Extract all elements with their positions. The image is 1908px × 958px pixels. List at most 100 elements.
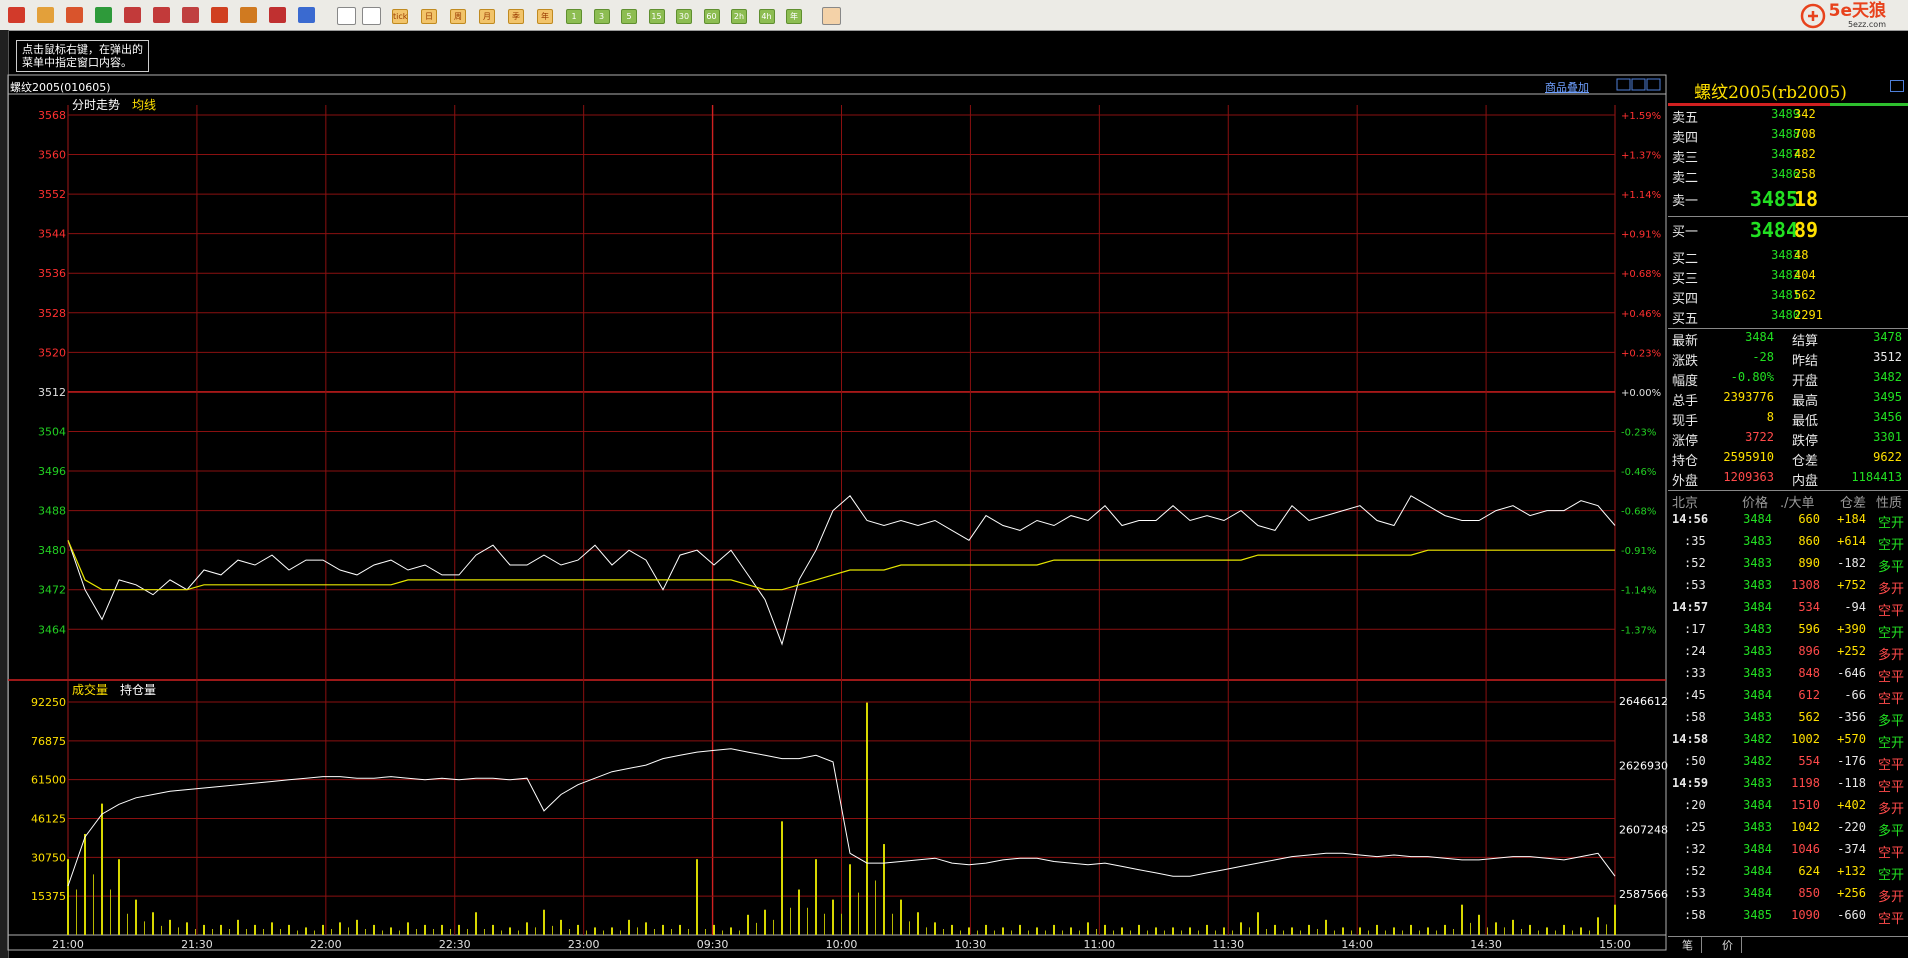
ask-volume: 18: [1794, 187, 1819, 211]
trade-row: :50 3482 554 -176 空平: [1668, 754, 1908, 774]
ask-row: 卖三 3487 482: [1668, 147, 1908, 167]
ask-volume: 708: [1794, 127, 1816, 141]
trade-time: :50: [1684, 754, 1706, 768]
time-label: 10:30: [955, 938, 987, 951]
trade-time: 14:56: [1672, 512, 1709, 526]
trade-tabs: 笔价: [1668, 936, 1908, 953]
intraday-chart[interactable]: 3568 +1.59% 3560 +1.37% 3552 +1.14% 3544 +0.91%…: [0, 0, 1908, 958]
trade-tab-1[interactable]: 价: [1714, 937, 1742, 953]
oi-tick-label: 2587566: [1619, 888, 1668, 901]
bid-label: 买三: [1672, 272, 1699, 287]
pct-tick-label: +0.68%: [1621, 269, 1661, 280]
trade-tab-0[interactable]: 笔: [1674, 937, 1702, 953]
trade-price: 3484: [1743, 842, 1772, 856]
time-label: 23:00: [568, 938, 600, 951]
trade-oi-change: +132: [1837, 864, 1866, 878]
trade-nature: 多开: [1878, 648, 1905, 663]
trade-nature: 空开: [1878, 868, 1905, 883]
trade-price: 3483: [1743, 622, 1772, 636]
trade-volume: 860: [1798, 534, 1820, 548]
trade-nature: 空平: [1878, 912, 1905, 927]
trade-nature: 空开: [1878, 538, 1905, 553]
pct-tick-label: +0.00%: [1621, 388, 1661, 399]
trade-row: 14:57 3484 534 -94 空平: [1668, 600, 1908, 620]
trade-price: 3482: [1743, 732, 1772, 746]
trade-time: :58: [1684, 908, 1706, 922]
price-tick-label: 3520: [38, 346, 66, 359]
trade-row: :45 3484 612 -66 空平: [1668, 688, 1908, 708]
trade-time: :35: [1684, 534, 1706, 548]
time-label: 22:30: [439, 938, 471, 951]
stat-label: 总手: [1672, 394, 1699, 409]
time-label: 14:30: [1470, 938, 1502, 951]
price-tick-label: 3496: [38, 465, 66, 478]
ask-volume: 342: [1794, 107, 1816, 121]
trade-oi-change: -94: [1844, 600, 1866, 614]
trade-row: :58 3483 562 -356 多平: [1668, 710, 1908, 730]
pct-tick-label: -0.23%: [1621, 427, 1656, 438]
trade-price: 3484: [1743, 798, 1772, 812]
book-divider: [1668, 216, 1908, 217]
stat-label: 仓差: [1792, 454, 1819, 469]
bid-label: 买一: [1672, 225, 1699, 240]
stat-value: 8: [1766, 410, 1774, 424]
trade-nature: 空平: [1878, 780, 1905, 795]
volume-tick-label: 61500: [31, 774, 66, 787]
trade-volume: 660: [1798, 512, 1820, 526]
trade-time: :53: [1684, 578, 1706, 592]
trade-volume: 624: [1798, 864, 1820, 878]
legend-volume: 成交量: [72, 682, 108, 697]
trade-row: :33 3483 848 -646 空平: [1668, 666, 1908, 686]
stat-label: 内盘: [1792, 474, 1819, 489]
trade-price: 3483: [1743, 776, 1772, 790]
trade-oi-change: -356: [1837, 710, 1866, 724]
trade-nature: 空开: [1878, 626, 1905, 641]
trade-nature: 多开: [1878, 582, 1905, 597]
trade-oi-change: -660: [1837, 908, 1866, 922]
stat-row: 现手 8 最低 3456: [1668, 410, 1908, 430]
trade-header-row: 北京 价格 ./大单 仓差 性质: [1668, 492, 1908, 512]
bid-volume: 404: [1794, 268, 1816, 282]
stat-value: 9622: [1873, 450, 1902, 464]
time-label: 09:30: [697, 938, 729, 951]
chart-window-button-0: [1616, 78, 1631, 91]
legend-price: 分时走势: [72, 98, 120, 112]
stat-label: 幅度: [1672, 374, 1699, 389]
trade-volume: 1090: [1791, 908, 1820, 922]
ask-volume: 258: [1794, 167, 1816, 181]
bid-volume: 48: [1794, 248, 1809, 262]
legend-oi: 持仓量: [120, 682, 156, 697]
trade-nature: 空开: [1878, 736, 1905, 751]
trade-oi-change: -176: [1837, 754, 1866, 768]
trade-row: 14:58 3482 1002 +570 空开: [1668, 732, 1908, 752]
trade-nature: 多平: [1878, 824, 1905, 839]
trade-row: :53 3483 1308 +752 多开: [1668, 578, 1908, 598]
trade-header-big: ./大单: [1780, 496, 1815, 511]
stat-row: 持仓 2595910 仓差 9622: [1668, 450, 1908, 470]
bid-row: 买五 3480 2291: [1668, 308, 1908, 328]
price-tick-label: 3568: [38, 109, 66, 122]
stat-label: 持仓: [1672, 454, 1699, 469]
trade-oi-change: +252: [1837, 644, 1866, 658]
volume-tick-label: 30750: [31, 851, 66, 864]
trade-volume: 596: [1798, 622, 1820, 636]
trade-header-nature: 性质: [1876, 496, 1903, 511]
ask-row: 卖四 3488 708: [1668, 127, 1908, 147]
trade-oi-change: -374: [1837, 842, 1866, 856]
trade-price: 3483: [1743, 666, 1772, 680]
quote-window-icon[interactable]: [1890, 80, 1904, 92]
pct-tick-label: -0.68%: [1621, 507, 1656, 518]
ask-volume: 482: [1794, 147, 1816, 161]
trade-oi-change: +614: [1837, 534, 1866, 548]
volume-tick-label: 15375: [31, 890, 66, 903]
bid-volume: 562: [1794, 288, 1816, 302]
trade-oi-change: +402: [1837, 798, 1866, 812]
trade-volume: 896: [1798, 644, 1820, 658]
trade-row: :17 3483 596 +390 空开: [1668, 622, 1908, 642]
stat-row: 外盘 1209363 内盘 1184413: [1668, 470, 1908, 490]
stat-label: 结算: [1792, 334, 1819, 349]
stat-value: 3456: [1873, 410, 1902, 424]
trade-row: :32 3484 1046 -374 空平: [1668, 842, 1908, 862]
trade-header-price: 价格: [1742, 496, 1769, 511]
stat-label: 外盘: [1672, 474, 1699, 489]
